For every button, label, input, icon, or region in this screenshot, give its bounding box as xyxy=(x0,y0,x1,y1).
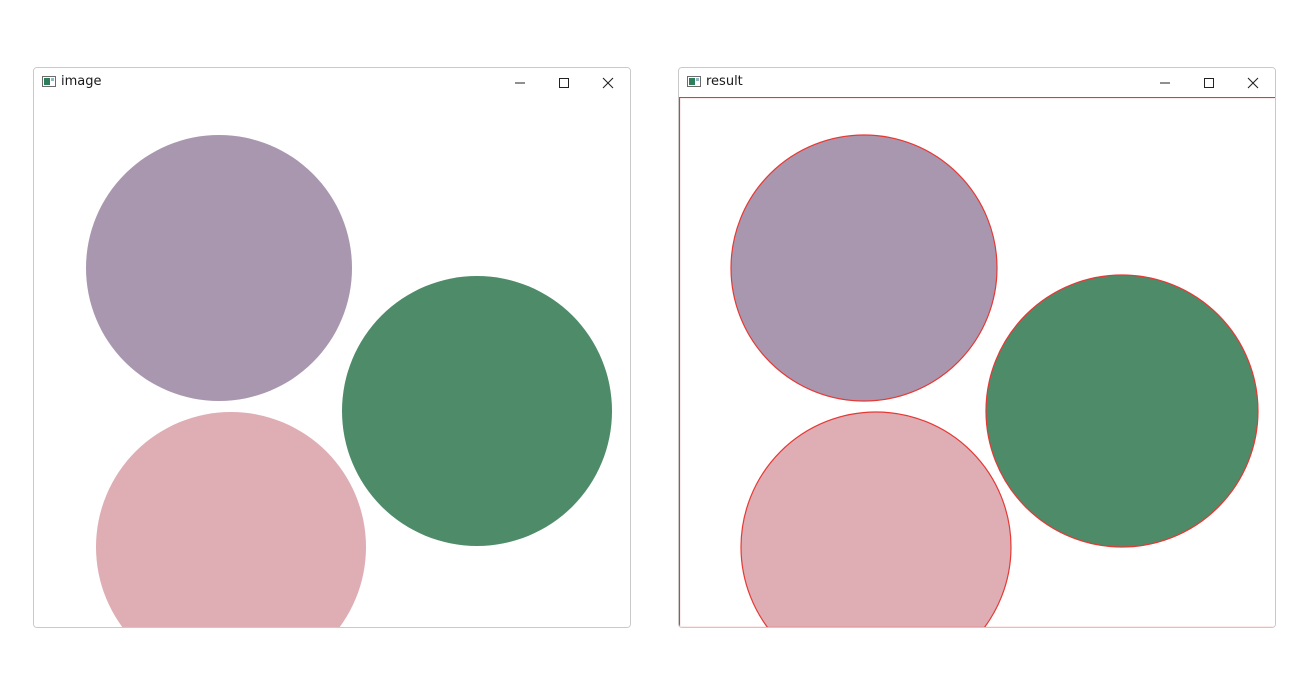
image-canvas xyxy=(34,97,630,627)
pink-circle xyxy=(740,411,1012,627)
pink-circle xyxy=(96,412,366,627)
close-icon xyxy=(1247,77,1259,88)
app-icon xyxy=(687,76,701,87)
close-button[interactable] xyxy=(586,68,630,97)
maximize-icon xyxy=(559,77,569,88)
minimize-icon xyxy=(515,82,525,83)
result-canvas xyxy=(679,97,1275,627)
title-bar[interactable]: image xyxy=(34,68,630,97)
minimize-icon xyxy=(1160,82,1170,83)
close-icon xyxy=(602,77,614,88)
maximize-icon xyxy=(1204,77,1214,88)
result-window: result xyxy=(678,67,1276,628)
green-circle xyxy=(342,276,612,546)
purple-circle xyxy=(730,134,998,402)
maximize-button[interactable] xyxy=(1187,68,1231,97)
maximize-button[interactable] xyxy=(542,68,586,97)
minimize-button[interactable] xyxy=(1143,68,1187,97)
window-title: image xyxy=(61,74,102,89)
title-bar[interactable]: result xyxy=(679,68,1275,97)
window-title: result xyxy=(706,74,743,89)
app-icon xyxy=(42,76,56,87)
minimize-button[interactable] xyxy=(498,68,542,97)
close-button[interactable] xyxy=(1231,68,1275,97)
purple-circle xyxy=(86,135,352,401)
green-circle xyxy=(985,274,1259,548)
image-window: image xyxy=(33,67,631,628)
